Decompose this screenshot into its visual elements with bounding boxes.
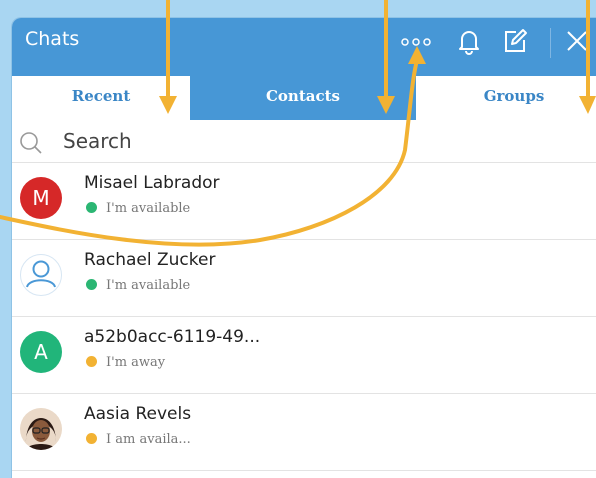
status-text: I'm away [106,355,166,370]
avatar-initial: M [32,186,50,210]
tab-groups-label: Groups [483,87,545,105]
search-input[interactable]: Search [63,129,132,153]
status-dot-icon [86,433,97,444]
person-photo-icon [20,408,62,450]
tab-bar: Recent Contacts Groups [12,76,596,120]
contact-status: I'm available [86,278,190,293]
status-dot-icon [86,279,97,290]
avatar: A [20,331,62,373]
search-icon [18,130,44,160]
tab-contacts[interactable]: Contacts [190,76,416,120]
tab-groups[interactable]: Groups [416,76,596,120]
status-text: I am availa... [106,432,191,447]
header-divider [550,28,551,58]
search-bar[interactable]: Search [12,120,596,163]
contact-name: a52b0acc-6119-49... [84,327,261,347]
close-icon[interactable] [562,26,592,60]
tab-recent-label: Recent [71,87,131,105]
contact-row[interactable]: M Misael Labrador I'm available [12,163,596,240]
tab-recent[interactable]: Recent [12,76,190,120]
contact-name: Misael Labrador [84,173,220,193]
chat-panel: Chats Recent Contacts Groups Search M Mi… [12,18,596,478]
window-title: Chats [25,28,80,50]
tab-contacts-label: Contacts [265,87,340,105]
status-dot-icon [86,202,97,213]
contact-row[interactable]: A a52b0acc-6119-49... I'm away [12,317,596,394]
contact-row[interactable]: Aasia Revels I am availa... [12,394,596,471]
contact-status: I'm away [86,355,165,370]
contact-row[interactable]: Rachael Zucker I'm available [12,240,596,317]
contact-name: Aasia Revels [84,404,192,424]
status-dot-icon [86,356,97,367]
status-text: I'm available [106,278,191,293]
contact-name: Rachael Zucker [84,250,216,270]
avatar-initial: A [34,340,48,364]
compose-icon[interactable] [500,26,530,60]
more-options-icon[interactable] [398,30,438,58]
contact-status: I am availa... [86,432,191,447]
status-text: I'm available [106,201,191,216]
avatar: M [20,177,62,219]
contact-status: I'm available [86,201,190,216]
user-outline-icon [20,254,62,296]
bell-icon[interactable] [454,26,484,60]
